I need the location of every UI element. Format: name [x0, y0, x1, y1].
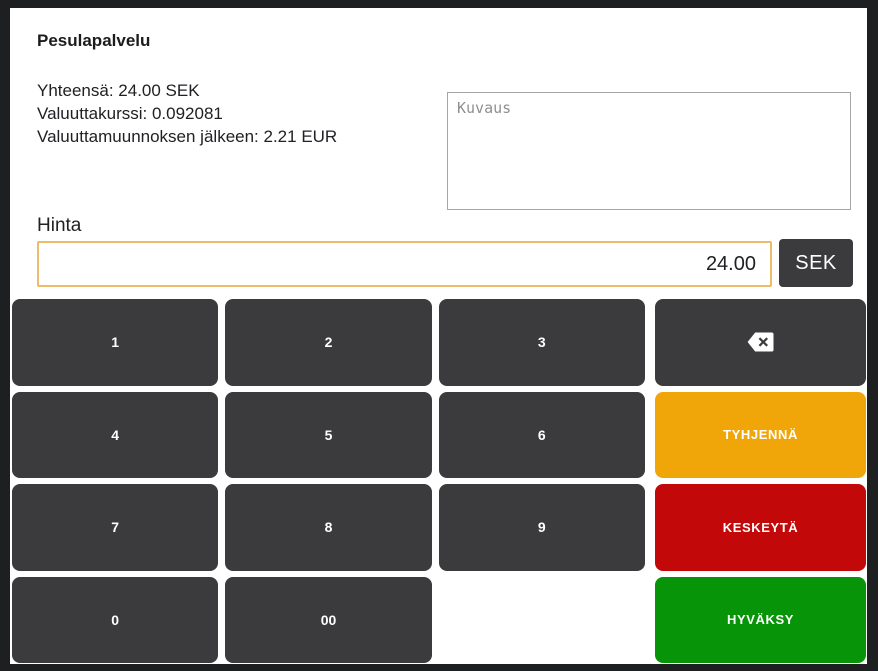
payment-panel: Pesulapalvelu Yhteensä: 24.00 SEK Valuut…	[10, 8, 867, 664]
currency-summary: Yhteensä: 24.00 SEK Valuuttakurssi: 0.09…	[37, 79, 337, 148]
price-input[interactable]	[37, 241, 772, 287]
digit-grid: 123456789000	[12, 299, 645, 663]
digit-button-2[interactable]: 2	[225, 299, 431, 386]
converted-amount-line: Valuuttamuunnoksen jälkeen: 2.21 EUR	[37, 125, 337, 148]
exchange-rate-line: Valuuttakurssi: 0.092081	[37, 102, 337, 125]
backspace-button[interactable]	[655, 299, 866, 386]
backspace-icon	[747, 332, 774, 352]
digit-button-00[interactable]: 00	[225, 577, 431, 664]
digit-button-9[interactable]: 9	[439, 484, 645, 571]
page-title: Pesulapalvelu	[37, 31, 150, 51]
price-label: Hinta	[37, 215, 81, 237]
digit-button-4[interactable]: 4	[12, 392, 218, 479]
digit-button-7[interactable]: 7	[12, 484, 218, 571]
digit-button-3[interactable]: 3	[439, 299, 645, 386]
digit-button-6[interactable]: 6	[439, 392, 645, 479]
currency-button[interactable]: SEK	[779, 239, 853, 287]
action-column: TYHJENNÄ KESKEYTÄ HYVÄKSY	[655, 299, 866, 663]
digit-button-0[interactable]: 0	[12, 577, 218, 664]
cancel-button[interactable]: KESKEYTÄ	[655, 484, 866, 571]
accept-button[interactable]: HYVÄKSY	[655, 577, 866, 664]
digit-button-5[interactable]: 5	[225, 392, 431, 479]
total-line: Yhteensä: 24.00 SEK	[37, 79, 337, 102]
keypad: 123456789000 TYHJENNÄ KESKEYTÄ HYVÄKSY	[12, 299, 866, 663]
clear-button[interactable]: TYHJENNÄ	[655, 392, 866, 479]
digit-button-1[interactable]: 1	[12, 299, 218, 386]
digit-button-8[interactable]: 8	[225, 484, 431, 571]
description-textarea[interactable]	[447, 92, 851, 210]
window-frame: Pesulapalvelu Yhteensä: 24.00 SEK Valuut…	[0, 0, 878, 671]
